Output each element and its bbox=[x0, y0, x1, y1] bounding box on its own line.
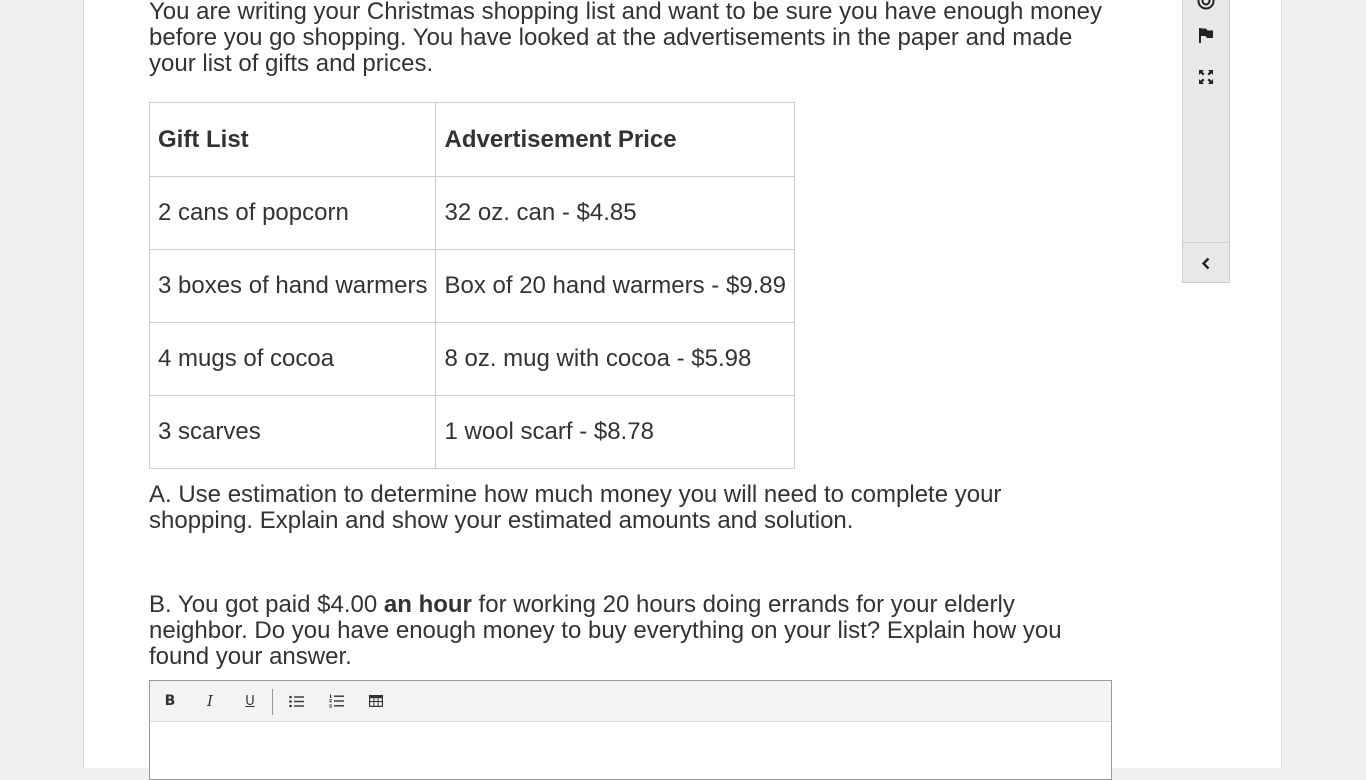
table-cell: 8 oz. mug with cocoa - $5.98 bbox=[435, 322, 796, 396]
collapse-sidebar-button[interactable] bbox=[1183, 242, 1229, 283]
table-cell: Box of 20 hand warmers - $9.89 bbox=[435, 249, 796, 323]
table-cell: 32 oz. can - $4.85 bbox=[435, 176, 796, 250]
editor-text-area[interactable] bbox=[150, 722, 1111, 779]
flag-button[interactable] bbox=[1183, 20, 1229, 50]
table-icon bbox=[369, 695, 383, 707]
expand-icon bbox=[1199, 70, 1213, 84]
table-row: 2 cans of popcorn 32 oz. can - $4.85 bbox=[148, 176, 796, 250]
test-page: You are writing your Christmas shopping … bbox=[83, 0, 1282, 780]
italic-button[interactable]: I bbox=[196, 689, 224, 713]
table-cell: 4 mugs of cocoa bbox=[148, 322, 437, 396]
target-icon bbox=[1197, 0, 1215, 10]
table-cell: 3 boxes of hand warmers bbox=[148, 249, 437, 323]
table-cell: 2 cans of popcorn bbox=[148, 176, 437, 250]
target-button[interactable] bbox=[1183, 0, 1229, 16]
table-button[interactable] bbox=[362, 689, 390, 713]
table-row: 4 mugs of cocoa 8 oz. mug with cocoa - $… bbox=[148, 322, 796, 396]
flag-icon bbox=[1199, 27, 1213, 43]
underline-icon: U bbox=[245, 693, 255, 709]
bold-button[interactable]: B bbox=[156, 689, 184, 713]
gift-price-table: Gift List Advertisement Price 2 cans of … bbox=[148, 102, 796, 469]
table-cell: 1 wool scarf - $8.78 bbox=[435, 395, 796, 469]
underline-button[interactable]: U bbox=[236, 689, 264, 713]
numbered-list-button[interactable] bbox=[322, 689, 350, 713]
table-header-gift-list: Gift List bbox=[148, 102, 437, 177]
fullscreen-button[interactable] bbox=[1183, 62, 1229, 92]
italic-icon: I bbox=[207, 692, 213, 710]
question-part-a: A. Use estimation to determine how much … bbox=[149, 481, 1002, 534]
tool-sidebar bbox=[1182, 0, 1230, 283]
part-b-bold-text: an hour bbox=[383, 591, 472, 618]
bullet-list-button[interactable] bbox=[282, 689, 310, 713]
toolbar-divider bbox=[272, 689, 273, 715]
editor-toolbar: B I U bbox=[150, 681, 1111, 722]
chevron-left-icon bbox=[1201, 257, 1210, 269]
table-row: 3 boxes of hand warmers Box of 20 hand w… bbox=[148, 249, 796, 323]
answer-editor: B I U bbox=[149, 680, 1112, 780]
table-header-row: Gift List Advertisement Price bbox=[148, 102, 796, 177]
table-cell: 3 scarves bbox=[148, 395, 437, 469]
numbered-list-icon bbox=[328, 694, 344, 708]
part-b-text-before: B. You got paid $4.00 bbox=[149, 591, 384, 618]
bold-icon: B bbox=[164, 693, 176, 709]
bullet-list-icon bbox=[288, 695, 304, 707]
table-header-advertisement-price: Advertisement Price bbox=[435, 102, 796, 177]
table-row: 3 scarves 1 wool scarf - $8.78 bbox=[148, 395, 796, 469]
question-part-b: B. You got paid $4.00 an hour for workin… bbox=[149, 592, 1112, 670]
question-intro: You are writing your Christmas shopping … bbox=[149, 0, 1103, 77]
